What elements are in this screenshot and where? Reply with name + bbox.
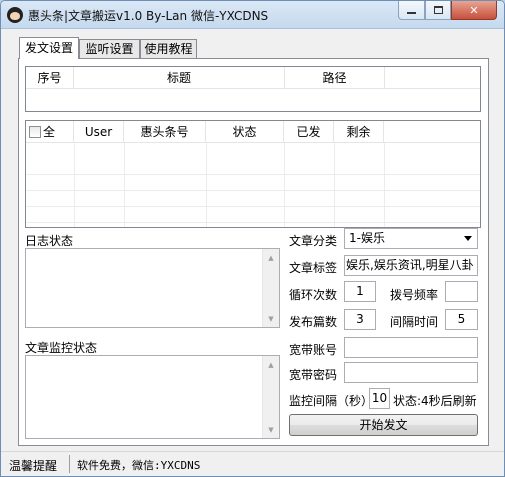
app-icon xyxy=(7,7,23,23)
column-divider xyxy=(124,143,125,227)
table-row xyxy=(26,175,480,191)
accounts-table-header: 全 User 惠头条号 状态 已发 剩余 xyxy=(26,121,480,143)
tab-panel-publish-settings: 序号 标题 路径 全 User 惠头条号 状态 已发 剩余 日志状态 ▲ ▼ 文… xyxy=(18,58,489,446)
chevron-down-icon xyxy=(464,236,472,241)
table-row xyxy=(26,159,480,175)
monitor-interval-label: 监控间隔（秒） xyxy=(289,394,374,408)
tags-input[interactable]: 娱乐,娱乐资讯,明星八卦 xyxy=(344,255,478,276)
select-all-label: 全 xyxy=(43,125,56,139)
publish-count-label: 发布篇数 xyxy=(289,315,338,329)
column-header-index[interactable]: 序号 xyxy=(26,67,74,89)
log-status-label: 日志状态 xyxy=(25,234,74,248)
select-all-cell: 全 xyxy=(26,121,74,143)
column-header-title[interactable]: 标题 xyxy=(74,67,285,89)
category-selected-value: 1-娱乐 xyxy=(349,231,385,245)
scroll-up-icon[interactable]: ▲ xyxy=(263,356,279,373)
accounts-table[interactable]: 全 User 惠头条号 状态 已发 剩余 xyxy=(25,120,481,228)
log-scrollbar[interactable]: ▲ ▼ xyxy=(262,249,279,327)
minimize-icon xyxy=(407,12,416,14)
loop-count-label: 循环次数 xyxy=(289,288,338,302)
minimize-button[interactable] xyxy=(398,1,425,20)
column-divider xyxy=(206,143,207,227)
broadband-password-input[interactable] xyxy=(344,362,478,383)
publish-count-input[interactable]: 3 xyxy=(344,309,376,330)
category-label: 文章分类 xyxy=(289,234,338,248)
close-icon: ✕ xyxy=(469,3,479,17)
column-header-remaining[interactable]: 剩余 xyxy=(334,121,384,143)
interval-label: 间隔时间 xyxy=(390,315,439,329)
table-row xyxy=(26,191,480,207)
interval-input[interactable]: 5 xyxy=(445,309,478,330)
dial-frequency-input[interactable] xyxy=(445,281,478,302)
scroll-down-icon[interactable]: ▼ xyxy=(263,310,279,327)
maximize-icon xyxy=(433,6,443,14)
dial-frequency-label: 拨号频率 xyxy=(390,288,439,302)
loop-count-input[interactable]: 1 xyxy=(344,281,376,302)
scroll-down-icon[interactable]: ▼ xyxy=(263,421,279,438)
status-divider xyxy=(69,455,70,473)
column-divider xyxy=(334,143,335,227)
maximize-button[interactable] xyxy=(425,1,451,20)
broadband-account-label: 宽带账号 xyxy=(289,343,338,357)
column-header-sent[interactable]: 已发 xyxy=(284,121,334,143)
broadband-account-input[interactable] xyxy=(344,337,478,358)
tab-tutorial[interactable]: 使用教程 xyxy=(140,39,197,59)
tags-label: 文章标签 xyxy=(289,261,338,275)
main-window: 惠头条|文章搬运v1.0 By-Lan 微信-YXCDNS ✕ 发文设置 监听设… xyxy=(0,0,505,477)
monitor-status-label: 文章监控状态 xyxy=(25,341,98,355)
column-divider xyxy=(284,143,285,227)
monitor-status-textarea[interactable]: ▲ ▼ xyxy=(25,355,280,439)
monitor-scrollbar[interactable]: ▲ ▼ xyxy=(262,356,279,438)
tab-monitor-settings[interactable]: 监听设置 xyxy=(79,39,140,59)
start-publish-button[interactable]: 开始发文 xyxy=(289,414,478,436)
status-bar: 温馨提醒 软件免费，微信:YXCDNS xyxy=(1,451,504,476)
column-header-path[interactable]: 路径 xyxy=(285,67,385,89)
table-row xyxy=(26,207,480,223)
status-message: 软件免费，微信:YXCDNS xyxy=(77,459,201,472)
tip-label: 温馨提醒 xyxy=(9,459,58,473)
close-button[interactable]: ✕ xyxy=(451,1,497,20)
tab-publish-settings[interactable]: 发文设置 xyxy=(19,37,79,59)
column-divider xyxy=(74,143,75,227)
monitor-interval-input[interactable]: 10 xyxy=(369,388,390,409)
column-header-account[interactable]: 惠头条号 xyxy=(124,121,206,143)
column-header-user[interactable]: User xyxy=(74,121,124,143)
title-bar[interactable]: 惠头条|文章搬运v1.0 By-Lan 微信-YXCDNS ✕ xyxy=(1,1,504,29)
column-divider xyxy=(384,143,385,227)
category-select[interactable]: 1-娱乐 xyxy=(344,228,478,249)
articles-table[interactable]: 序号 标题 路径 xyxy=(25,66,481,112)
column-header-status[interactable]: 状态 xyxy=(206,121,284,143)
scroll-up-icon[interactable]: ▲ xyxy=(263,249,279,266)
refresh-status-text: 状态:4秒后刷新 xyxy=(393,394,477,408)
select-all-checkbox[interactable] xyxy=(29,126,41,138)
window-title: 惠头条|文章搬运v1.0 By-Lan 微信-YXCDNS xyxy=(28,9,269,23)
broadband-password-label: 宽带密码 xyxy=(289,368,338,382)
log-status-textarea[interactable]: ▲ ▼ xyxy=(25,248,280,328)
articles-table-header: 序号 标题 路径 xyxy=(26,67,480,89)
